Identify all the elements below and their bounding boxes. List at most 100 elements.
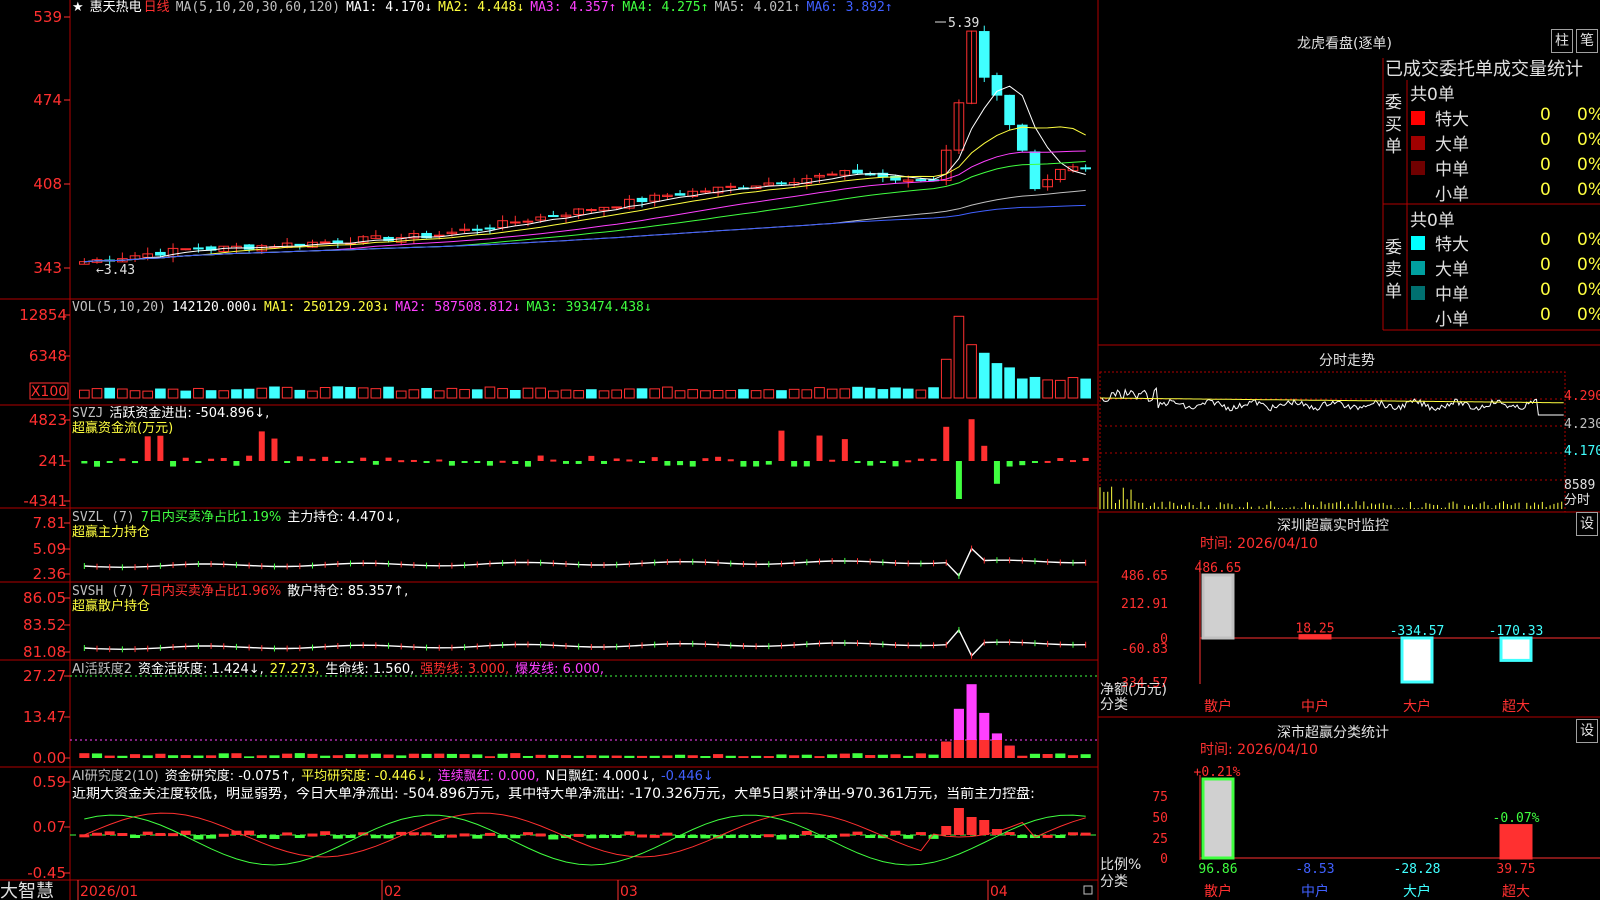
y-label: 408 [33,175,62,193]
bar-mode-button[interactable]: 柱 [1551,29,1573,53]
activity-bar [738,756,749,758]
order-count: 0 [1540,255,1551,275]
volume-bar [547,390,559,399]
svzl-chart[interactable] [83,545,1087,579]
research-bar [370,835,381,839]
activity-bar [636,755,648,758]
volume-bar [826,388,838,399]
fund-flow-bar [993,461,1000,484]
category-swatch [1411,186,1425,200]
fund-flow-bar [309,458,316,461]
volume-bar [788,388,800,399]
volume-bar [281,386,293,399]
fund-flow-bar [943,426,950,461]
svzj-header: SVZJ 活跃资金进出: -504.896↓, [72,406,270,421]
candle-body [155,251,166,256]
classify-value: -28.28 [1394,862,1441,877]
volume-bar [1067,377,1079,399]
classify-settings-button[interactable]: 设 [1576,719,1598,743]
activity-bar [865,755,876,758]
category-swatch [1411,311,1425,325]
fund-flow-bar [461,461,468,463]
research-bar [459,833,470,837]
fund-flow-bar [410,459,417,462]
activity-bar [814,756,825,758]
ma-line-ma2 [84,126,1086,263]
lock-icon[interactable] [1083,885,1093,895]
volume-chart[interactable] [79,315,1091,399]
activity-bar [1042,754,1053,758]
monitor-category: 中户 [1301,698,1329,715]
order-count: 0 [1540,105,1551,125]
activity-bar [852,753,863,758]
volume-bar [586,389,597,399]
volume-bar [940,358,952,399]
candle-body [484,227,496,230]
volume-bar [636,388,648,399]
activity-bar [320,755,331,758]
volume-bar [560,389,572,399]
fund-flow-bar [892,461,899,467]
activity-bar [928,754,939,758]
fund-flow-bar [854,461,861,463]
order-count: 0 [1540,155,1551,175]
vol-header: VOL(5,10,20) 142120.000↓ MA1: 250129.203↓ M… [72,300,652,315]
monitor-settings-button[interactable]: 设 [1576,512,1598,536]
fund-flow-bar [613,458,620,461]
activity-bar-base [941,741,952,758]
monitor-value: 18.25 [1295,622,1334,637]
activity-bar [903,755,914,758]
monitor-category: 超大 [1502,699,1530,715]
monitor-chart: 486.65212.910-60.83-334.57486.65散户18.25中… [1113,560,1600,715]
y-label: 5.09 [33,540,66,558]
activity-bar [839,753,850,758]
activity-bar [332,755,343,758]
research-bar [294,835,305,838]
activity-bar [206,755,217,758]
fund-flow-bar [208,458,215,461]
monitor-category-label: 分类 [1100,697,1128,713]
fund-flow-bar [372,461,379,465]
research-bar [662,832,673,836]
order-size-label: 小单 [1435,310,1469,330]
research-bar [218,833,229,837]
ai-active-chart[interactable] [79,684,1091,758]
volume-bar [750,390,762,399]
activity-bar [624,755,635,758]
research-bar [687,835,698,838]
svsh-chart[interactable] [83,626,1087,659]
candlestick-chart[interactable] [79,25,1091,266]
volume-bar [357,387,369,399]
y-label: 27.27 [23,667,66,685]
activity-bar [801,754,812,758]
volume-bar [1080,378,1091,399]
research-bar [890,830,901,835]
order-size-label: 小单 [1435,185,1469,205]
activity-bar [396,755,407,758]
volume-bar [611,389,623,399]
fund-flow-bar [702,458,709,461]
order-count: 0 [1540,130,1551,150]
intraday-chart[interactable] [1099,371,1566,513]
research-bar [725,835,736,838]
fund-flow-bar [106,461,113,463]
activity-bar-base [979,740,990,758]
activity-bar [725,755,736,758]
fund-flow-bar [740,461,747,467]
volume-bar [294,389,306,399]
research-bar [434,835,445,838]
volume-bar [763,389,775,399]
fund-flow-bar [968,419,975,461]
svzj-chart[interactable] [81,419,1089,499]
chart-canvas[interactable]: 539 474 408 343 12854 6348 4823 241 -434… [0,0,1600,900]
classify-chart: 75 50 25 0 96.86 散户 -8.53 中户 -28.28 大户 39.75 超大 +0.2… [1152,765,1600,900]
order-percent: 0% [1577,230,1600,250]
activity-bar [700,756,711,758]
volume-bar [1016,378,1028,399]
fund-flow-bar [385,457,392,461]
pen-mode-button[interactable]: 笔 [1576,29,1598,53]
volume-bar [662,386,673,399]
ai-research-chart[interactable] [79,808,1091,866]
y-axis-labels: 539 474 408 343 12854 6348 4823 241 -434… [19,8,67,882]
research-bar [573,833,584,837]
